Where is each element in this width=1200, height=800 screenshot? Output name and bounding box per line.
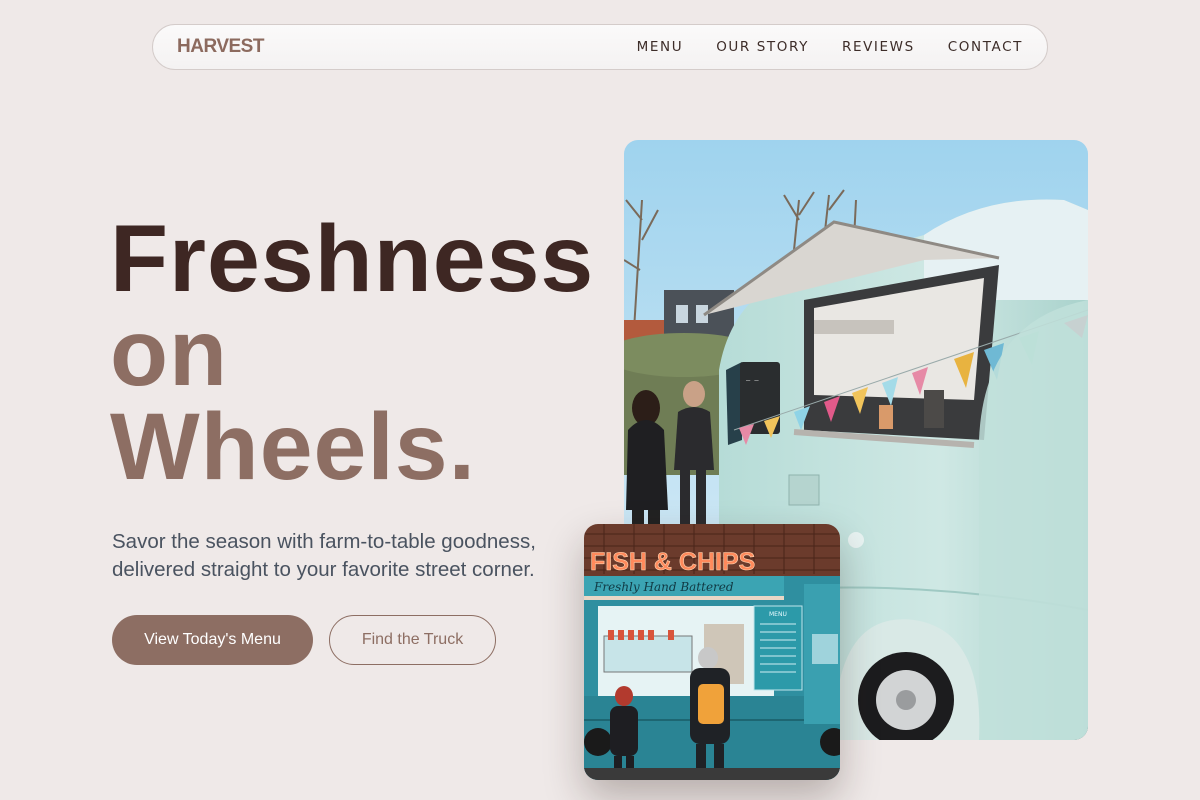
view-menu-button[interactable]: View Today's Menu [112,615,313,665]
hero-headline: Freshness on Wheels. [110,206,595,500]
menu-board-text: MENU [769,611,787,618]
nav-links: MENU OUR STORY REVIEWS CONTACT [637,39,1023,55]
neon-sign-text: FISH & CHIPS [590,548,755,576]
nav-link-contact[interactable]: CONTACT [948,39,1023,55]
tagline-text: Freshly Hand Battered [593,580,734,594]
find-truck-button[interactable]: Find the Truck [329,615,496,665]
svg-text:— —: — — [746,376,759,384]
hero-subtitle: Savor the season with farm-to-table good… [112,530,536,581]
fish-chips-truck-photo: FISH & CHIPS Freshly Hand Battered MENU [584,524,840,780]
headline-line-1: Freshness [110,206,595,312]
headline-line-2: on [110,300,229,406]
brand-logo[interactable]: HARVEST [177,36,264,58]
headline-line-3: Wheels. [110,394,476,500]
nav-link-menu[interactable]: MENU [637,39,684,55]
top-navbar: HARVEST MENU OUR STORY REVIEWS CONTACT [152,24,1048,70]
nav-link-our-story[interactable]: OUR STORY [716,39,809,55]
nav-link-reviews[interactable]: REVIEWS [842,39,915,55]
